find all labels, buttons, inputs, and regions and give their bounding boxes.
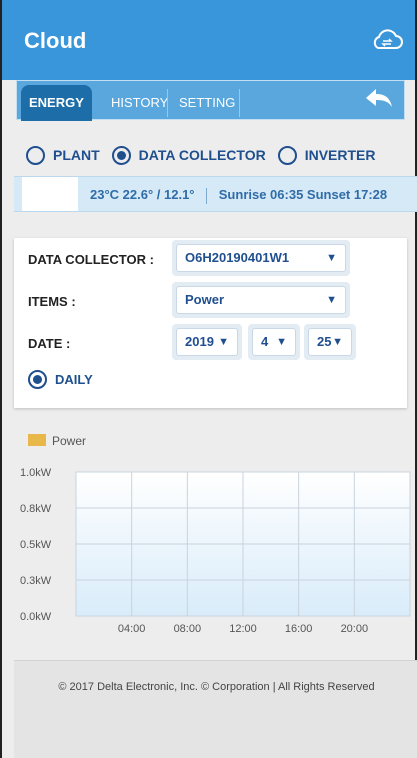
copyright-text: © 2017 Delta Electronic, Inc. © Corporat… — [58, 681, 375, 693]
month-select-wrap: 4 ▼ — [248, 324, 300, 360]
year-select-wrap: 2019 ▼ — [172, 324, 242, 360]
collector-select-wrap: O6H20190401W1 ▼ — [172, 240, 350, 276]
filter-form: DATA COLLECTOR : O6H20190401W1 ▼ ITEMS :… — [14, 238, 407, 408]
day-value: 25 — [317, 334, 332, 349]
scope-radio-group: PLANT DATA COLLECTOR INVERTER — [26, 144, 388, 166]
radio-plant[interactable] — [26, 145, 45, 165]
weather-info: 23°C 22.6° / 12.1° Sunrise 06:35 Sunset … — [90, 187, 387, 204]
footer: © 2017 Delta Electronic, Inc. © Corporat… — [14, 660, 417, 758]
collector-select[interactable]: O6H20190401W1 ▼ — [176, 244, 346, 272]
legend-swatch — [28, 434, 46, 446]
app-title: Cloud — [24, 28, 87, 53]
radio-plant-label[interactable]: PLANT — [53, 147, 100, 163]
app-frame: Cloud ENERGY HISTORY SETTING PLANT DATA … — [0, 0, 417, 758]
radio-daily-label[interactable]: DAILY — [55, 372, 93, 387]
day-select-wrap: 25 ▼ — [304, 324, 356, 360]
weather-icon-placeholder — [22, 177, 78, 211]
collector-select-value: O6H20190401W1 — [185, 250, 290, 265]
month-value: 4 — [261, 334, 269, 349]
tab-energy[interactable]: ENERGY — [21, 85, 92, 121]
period-radio-group: DAILY — [28, 370, 93, 389]
chevron-down-icon: ▼ — [218, 336, 229, 348]
chevron-down-icon: ▼ — [326, 252, 337, 264]
radio-inverter-label[interactable]: INVERTER — [305, 147, 376, 163]
tab-divider — [239, 89, 240, 117]
legend-label: Power — [52, 434, 86, 448]
x-tick-label: 20:00 — [341, 623, 369, 635]
tab-divider — [167, 89, 168, 117]
day-select[interactable]: 25 ▼ — [308, 328, 352, 356]
chart-svg: Power 1.0kW 0.8kW 0.5kW 0.3kW 0.0kW 04:00 08:00… — [20, 434, 411, 635]
power-chart: Power 1.0kW 0.8kW 0.5kW 0.3kW 0.0kW 04:00 08:00… — [14, 420, 417, 660]
items-select-value: Power — [185, 292, 225, 307]
y-tick-label: 1.0kW — [20, 467, 52, 479]
items-select[interactable]: Power ▼ — [176, 286, 346, 314]
y-tick-label: 0.5kW — [20, 539, 52, 551]
date-label: DATE : — [28, 336, 71, 351]
month-select[interactable]: 4 ▼ — [252, 328, 296, 356]
cloud-sync-icon[interactable] — [369, 26, 403, 54]
x-tick-label: 16:00 — [285, 623, 313, 635]
x-tick-label: 04:00 — [118, 623, 146, 635]
tab-bar: ENERGY HISTORY SETTING — [16, 80, 405, 121]
year-value: 2019 — [185, 334, 214, 349]
tab-history[interactable]: HISTORY — [103, 85, 176, 121]
radio-data-collector-label[interactable]: DATA COLLECTOR — [139, 147, 266, 163]
chevron-down-icon: ▼ — [332, 336, 343, 348]
y-tick-label: 0.8kW — [20, 503, 52, 515]
collector-label: DATA COLLECTOR : — [28, 252, 154, 267]
items-label: ITEMS : — [28, 294, 76, 309]
radio-daily[interactable] — [28, 370, 47, 389]
y-tick-label: 0.0kW — [20, 611, 52, 623]
tab-setting[interactable]: SETTING — [171, 85, 243, 121]
weather-range: 22.6° / 12.1° — [122, 187, 195, 202]
weather-divider — [206, 187, 208, 204]
radio-inverter[interactable] — [277, 145, 297, 165]
x-tick-label: 08:00 — [174, 623, 202, 635]
top-bar: Cloud — [2, 0, 415, 80]
chevron-down-icon: ▼ — [326, 294, 337, 306]
chevron-down-icon: ▼ — [276, 336, 287, 348]
weather-bar: 23°C 22.6° / 12.1° Sunrise 06:35 Sunset … — [14, 176, 417, 212]
y-tick-label: 0.3kW — [20, 575, 52, 587]
weather-sun-times: Sunrise 06:35 Sunset 17:28 — [218, 187, 388, 202]
items-select-wrap: Power ▼ — [172, 282, 350, 318]
weather-temp: 23°C — [90, 187, 120, 202]
year-select[interactable]: 2019 ▼ — [176, 328, 238, 356]
radio-data-collector[interactable] — [111, 145, 131, 165]
back-arrow-icon[interactable] — [364, 87, 394, 111]
x-tick-label: 12:00 — [229, 623, 257, 635]
